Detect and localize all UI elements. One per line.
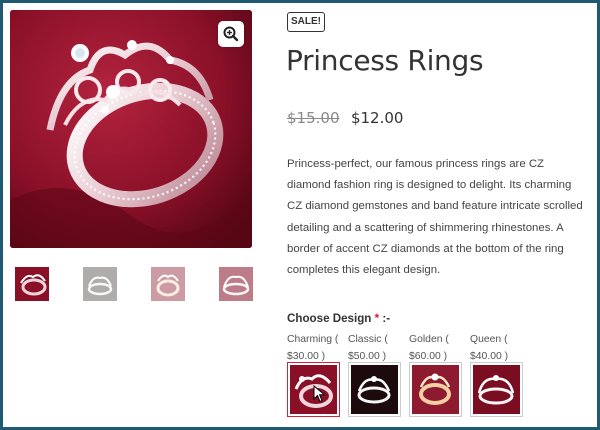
design-option-label-queen: Queen ( $40.00 ): [470, 334, 509, 362]
gallery-thumbnail-1[interactable]: [15, 267, 49, 301]
design-option-classic[interactable]: [348, 362, 401, 417]
main-product-image[interactable]: [10, 10, 252, 248]
choose-design-label: Choose Design * :-: [287, 312, 391, 325]
design-option-label-golden: Golden ( $60.00 ): [409, 334, 449, 362]
zoom-in-icon: [223, 26, 239, 42]
gallery-thumbnail-4[interactable]: [219, 267, 253, 301]
sale-badge: SALE!: [287, 12, 325, 32]
original-price: $15.00: [287, 109, 340, 127]
design-option-queen[interactable]: [470, 362, 523, 417]
design-option-golden[interactable]: [409, 362, 462, 417]
sale-price: $12.00: [350, 109, 404, 127]
gallery-thumbnail-2[interactable]: [83, 267, 117, 301]
price-block: $15.00 $12.00: [287, 109, 403, 128]
required-mark: *: [374, 312, 380, 325]
mouse-pointer-icon: [313, 384, 327, 408]
product-description: Princess-perfect, our famous princess ri…: [287, 158, 583, 277]
gallery-thumbnail-3[interactable]: [151, 267, 185, 301]
design-option-label-classic: Classic ( $50.00 ): [348, 334, 388, 362]
design-option-label-charming: Charming ( $30.00 ): [287, 334, 339, 362]
zoom-button[interactable]: [218, 21, 244, 47]
product-title: Princess Rings: [286, 44, 484, 77]
